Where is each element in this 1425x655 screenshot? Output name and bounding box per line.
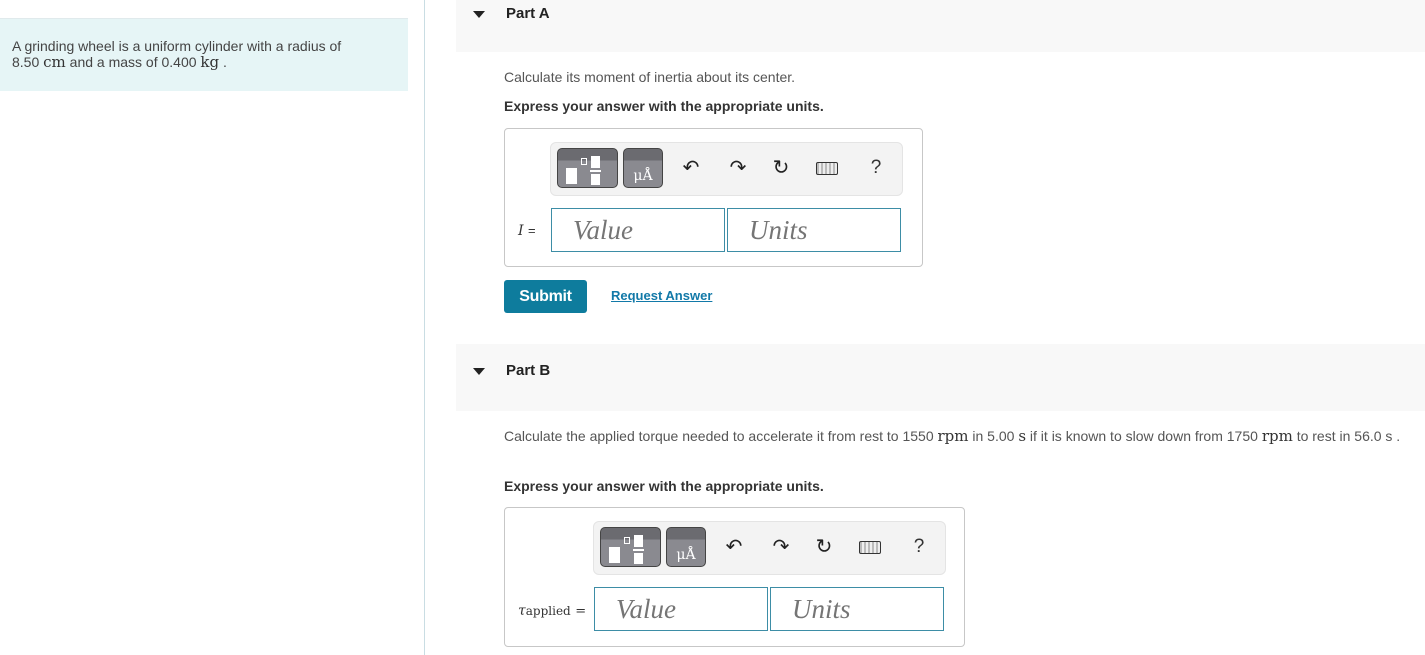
prompt-text: if it is known to slow down from 1750 (1026, 428, 1262, 444)
submit-button[interactable]: Submit (504, 280, 587, 313)
problem-statement: A grinding wheel is a uniform cylinder w… (12, 38, 402, 70)
part-a-instruction: Express your answer with the appropriate… (504, 98, 824, 114)
keyboard-icon[interactable] (816, 162, 838, 175)
part-a-answer-box: μÅ ↶ ↷ ↻ ? I = (504, 128, 923, 267)
part-b-instruction: Express your answer with the appropriate… (504, 478, 824, 494)
prompt-text: in 5.00 (968, 428, 1019, 444)
problem-text-radius: 8.50 (12, 54, 44, 70)
templates-denominator-icon (634, 553, 643, 564)
unit-kg: kg (200, 53, 220, 71)
part-a-prompt: Calculate its moment of inertia about it… (504, 69, 796, 85)
undo-icon[interactable]: ↶ (722, 534, 746, 560)
unit-rpm: rpm (937, 427, 969, 445)
units-symbols-button[interactable]: μÅ (623, 148, 663, 188)
templates-fraction-bar-icon (590, 170, 601, 172)
problem-pane: A grinding wheel is a uniform cylinder w… (0, 0, 425, 655)
templates-fraction-bar-icon (633, 549, 644, 551)
unit-cm: cm (43, 53, 66, 71)
collapse-caret-icon[interactable] (473, 11, 485, 18)
equals-sign: = (527, 223, 536, 238)
prompt-text: Calculate the applied torque needed to a… (504, 428, 938, 444)
templates-block-icon (609, 547, 620, 563)
units-input[interactable] (770, 587, 944, 631)
variable-label-tau-applied: τapplied = (518, 603, 586, 619)
prompt-text: to rest in 56.0 (1292, 428, 1386, 444)
part-b-answer-box: μÅ ↶ ↷ ↻ ? τapplied = (504, 507, 965, 647)
part-b-header[interactable]: Part B (456, 344, 1425, 411)
undo-icon[interactable]: ↶ (679, 155, 703, 181)
prompt-text: . (1392, 428, 1401, 444)
part-a-math-toolbar: μÅ ↶ ↷ ↻ ? (550, 142, 903, 196)
part-b-math-toolbar: μÅ ↶ ↷ ↻ ? (593, 521, 946, 575)
redo-icon[interactable]: ↷ (769, 534, 793, 560)
value-input[interactable] (551, 208, 725, 252)
problem-text-mass: and a mass of 0.400 (65, 54, 201, 70)
variable-symbol: I (518, 223, 524, 239)
equals-sign: = (575, 604, 587, 619)
templates-numerator-icon (634, 535, 643, 547)
templates-numerator-icon (591, 156, 600, 168)
templates-exponent-icon (581, 158, 587, 165)
part-b-prompt: Calculate the applied torque needed to a… (504, 428, 1414, 445)
units-input[interactable] (727, 208, 901, 252)
units-symbol-icon: μÅ (676, 547, 696, 563)
collapse-caret-icon[interactable] (473, 368, 485, 375)
unit-rpm: rpm (1261, 427, 1293, 445)
part-a-header[interactable]: Part A (456, 0, 1425, 52)
unit-s: s (1018, 427, 1027, 445)
request-answer-link[interactable]: Request Answer (611, 288, 712, 303)
fraction-templates-button[interactable] (600, 527, 661, 567)
reset-icon[interactable]: ↻ (812, 534, 836, 560)
templates-exponent-icon (624, 537, 630, 544)
variable-symbol: τ (518, 603, 526, 619)
help-icon[interactable]: ? (864, 155, 888, 181)
redo-icon[interactable]: ↷ (726, 155, 750, 181)
problem-text-line1: A grinding wheel is a uniform cylinder w… (12, 38, 342, 54)
units-symbols-button[interactable]: μÅ (666, 527, 706, 567)
reset-icon[interactable]: ↻ (769, 155, 793, 181)
part-a-title: Part A (506, 5, 550, 22)
templates-block-icon (566, 168, 577, 184)
templates-denominator-icon (591, 174, 600, 185)
problem-text-end: . (219, 54, 227, 70)
units-symbol-icon: μÅ (633, 168, 653, 184)
value-input[interactable] (594, 587, 768, 631)
problem-statement-box: A grinding wheel is a uniform cylinder w… (0, 18, 408, 91)
fraction-templates-button[interactable] (557, 148, 618, 188)
help-icon[interactable]: ? (907, 534, 931, 560)
variable-label-I: I = (518, 223, 536, 239)
keyboard-icon[interactable] (859, 541, 881, 554)
variable-subscript: applied (525, 604, 571, 618)
part-b-title: Part B (506, 362, 551, 379)
